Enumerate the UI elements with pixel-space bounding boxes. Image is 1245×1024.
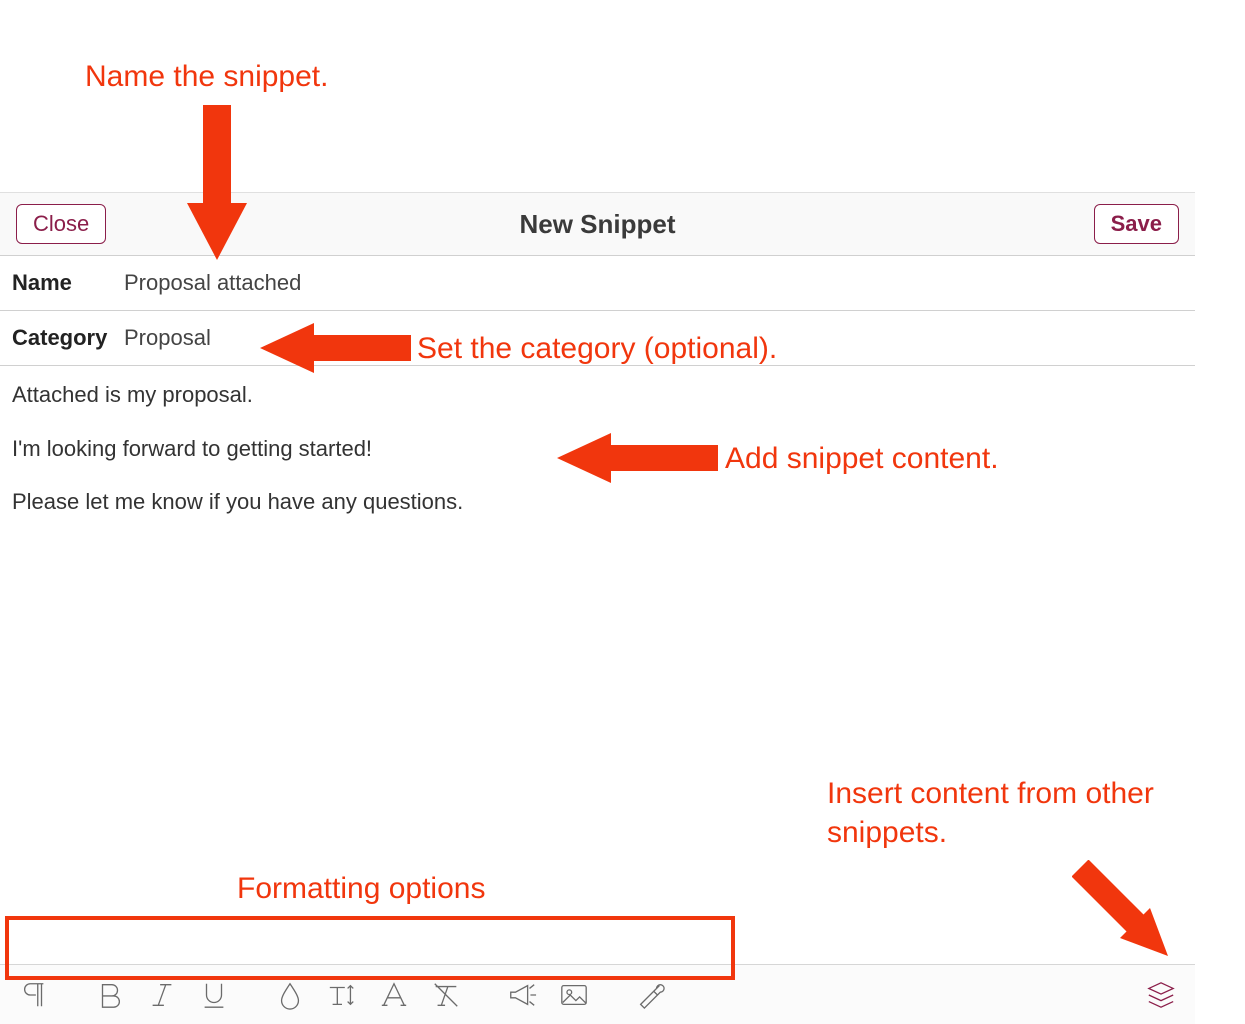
annotation-name-snippet: Name the snippet. — [85, 60, 328, 94]
underline-icon[interactable] — [188, 971, 240, 1019]
name-input[interactable] — [124, 270, 1183, 296]
save-button[interactable]: Save — [1094, 204, 1179, 244]
tools-icon[interactable] — [624, 971, 676, 1019]
close-button[interactable]: Close — [16, 204, 106, 244]
content-line: I'm looking forward to getting started! — [12, 434, 1183, 464]
bold-icon[interactable] — [84, 971, 136, 1019]
paragraph-icon[interactable] — [8, 971, 60, 1019]
megaphone-icon[interactable] — [496, 971, 548, 1019]
color-icon[interactable] — [264, 971, 316, 1019]
toolbar-left-group — [8, 971, 676, 1019]
format-toolbar — [0, 964, 1195, 1024]
stack-icon[interactable] — [1135, 971, 1187, 1019]
name-row: Name — [0, 256, 1195, 311]
category-row: Category — [0, 311, 1195, 366]
image-icon[interactable] — [548, 971, 600, 1019]
header-bar: Close New Snippet Save — [0, 192, 1195, 256]
toolbar-right-group — [1135, 971, 1187, 1019]
italic-icon[interactable] — [136, 971, 188, 1019]
annotation-formatting-options: Formatting options — [237, 872, 485, 906]
header-title: New Snippet — [0, 209, 1195, 240]
text-size-icon[interactable] — [316, 971, 368, 1019]
content-line: Please let me know if you have any quest… — [12, 487, 1183, 517]
category-label: Category — [12, 325, 124, 351]
category-input[interactable] — [124, 325, 1183, 351]
arrow-down-right-icon — [1072, 860, 1182, 970]
snippet-editor: Close New Snippet Save Name Category Att… — [0, 192, 1195, 846]
content-line: Attached is my proposal. — [12, 380, 1183, 410]
name-label: Name — [12, 270, 124, 296]
font-icon[interactable] — [368, 971, 420, 1019]
content-editor[interactable]: Attached is my proposal. I'm looking for… — [0, 366, 1195, 846]
clear-format-icon[interactable] — [420, 971, 472, 1019]
